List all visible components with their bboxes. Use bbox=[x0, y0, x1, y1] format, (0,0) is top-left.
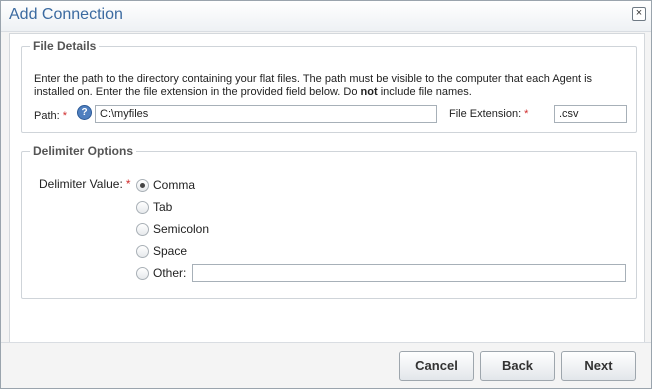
path-required-mark: * bbox=[62, 110, 67, 122]
description-bold: not bbox=[360, 86, 378, 98]
other-delimiter-input[interactable] bbox=[192, 264, 626, 282]
description-text-end: include file names. bbox=[377, 86, 472, 98]
delimiter-required-mark: * bbox=[125, 177, 131, 191]
footer-divider bbox=[1, 342, 651, 343]
file-details-group: File Details Enter the path to the direc… bbox=[21, 39, 637, 133]
radio-space-label[interactable]: Space bbox=[153, 244, 187, 258]
description-text: Enter the path to the directory containi… bbox=[34, 73, 593, 98]
radio-tab-label[interactable]: Tab bbox=[153, 200, 172, 214]
radio-comma[interactable] bbox=[136, 179, 149, 192]
add-connection-dialog: Add Connection × File Details Enter the … bbox=[0, 0, 652, 389]
radio-space[interactable] bbox=[136, 245, 149, 258]
file-details-description: Enter the path to the directory containi… bbox=[34, 73, 630, 99]
dialog-title: Add Connection bbox=[9, 6, 123, 23]
delimiter-options-legend: Delimiter Options bbox=[33, 144, 134, 158]
help-icon[interactable]: ? bbox=[77, 105, 92, 120]
delimiter-value-label: Delimiter Value: * bbox=[39, 177, 130, 191]
delimiter-options-group: Delimiter Options Delimiter Value: * Comm… bbox=[21, 144, 637, 299]
radio-comma-label[interactable]: Comma bbox=[153, 178, 195, 192]
close-icon[interactable]: × bbox=[632, 7, 646, 21]
file-extension-label: File Extension: * bbox=[449, 108, 528, 120]
file-extension-label-text: File Extension: bbox=[449, 108, 522, 120]
file-details-legend: File Details bbox=[33, 39, 97, 53]
back-button[interactable]: Back bbox=[480, 351, 555, 381]
radio-other[interactable] bbox=[136, 267, 149, 280]
radio-other-label[interactable]: Other: bbox=[153, 266, 186, 280]
radio-semicolon-label[interactable]: Semicolon bbox=[153, 222, 209, 236]
dialog-titlebar[interactable]: Add Connection × bbox=[1, 1, 651, 32]
delimiter-value-label-text: Delimiter Value: bbox=[39, 177, 123, 191]
radio-tab[interactable] bbox=[136, 201, 149, 214]
path-label: Path: * bbox=[34, 110, 67, 122]
cancel-button[interactable]: Cancel bbox=[399, 351, 474, 381]
dialog-content: File Details Enter the path to the direc… bbox=[9, 33, 645, 343]
radio-semicolon[interactable] bbox=[136, 223, 149, 236]
extension-required-mark: * bbox=[524, 108, 529, 120]
file-extension-input[interactable] bbox=[554, 105, 627, 123]
path-label-text: Path: bbox=[34, 110, 60, 122]
path-input[interactable] bbox=[95, 105, 437, 123]
next-button[interactable]: Next bbox=[561, 351, 636, 381]
